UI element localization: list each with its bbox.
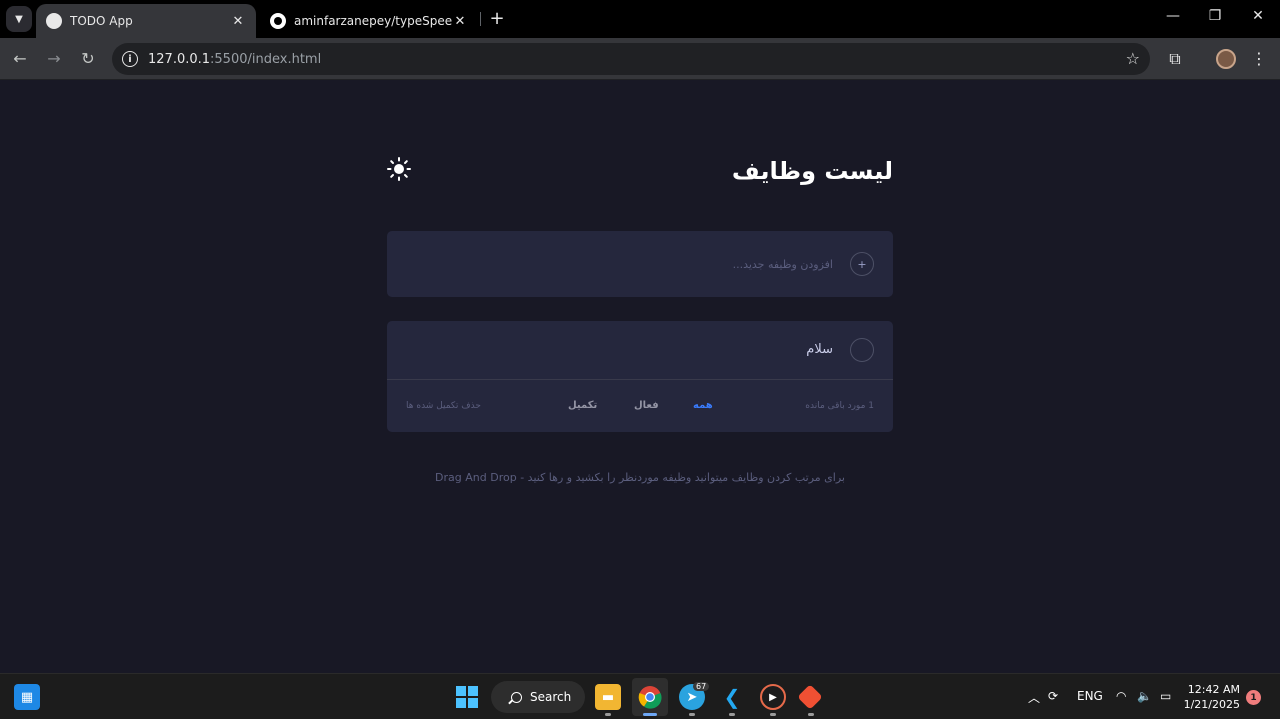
todo-list-card: سلام 1 مورد باقی مانده همه فعال تکمیل حذ… (387, 321, 893, 432)
clear-completed-button[interactable]: حذف تکمیل شده ها (406, 401, 481, 411)
bookmark-star-icon[interactable]: ☆ (1126, 49, 1140, 68)
sync-icon[interactable]: ⟳ (1048, 689, 1058, 703)
widgets-icon[interactable]: ▦ (14, 684, 40, 710)
close-tab-icon[interactable]: ✕ (452, 14, 468, 29)
chevron-up-icon[interactable]: ︿ (1028, 689, 1040, 706)
tab-title: aminfarzanepey/typeSpeedTest (294, 14, 452, 28)
minimize-icon[interactable]: — (1163, 8, 1183, 24)
wifi-icon[interactable]: ◠ (1116, 689, 1126, 703)
todo-page: لیست وظایف + سلام 1 مورد باقی مانده همه … (0, 81, 1280, 673)
browser-toolbar: ← → ↻ i 127.0.0.1:5500/index.html ☆ ⧉ ⋮ (0, 38, 1280, 80)
items-left-count: 1 مورد باقی مانده (805, 401, 874, 411)
volume-icon[interactable]: 🔈 (1137, 689, 1152, 703)
taskbar-search-button[interactable]: Search (491, 681, 585, 713)
running-indicator (770, 713, 776, 716)
todo-favicon-icon (46, 13, 62, 29)
filter-all[interactable]: همه (693, 400, 713, 411)
battery-icon[interactable]: ▭ (1160, 689, 1171, 703)
tab-title: TODO App (70, 14, 133, 28)
todo-footer: 1 مورد باقی مانده همه فعال تکمیل حذف تکم… (387, 381, 893, 432)
new-todo-card: + (387, 231, 893, 297)
tab-search-button[interactable]: ▼ (6, 6, 32, 32)
file-explorer-icon[interactable]: ▬ (595, 684, 621, 710)
media-player-icon[interactable]: ▶ (760, 684, 786, 710)
date: 1/21/2025 (1183, 698, 1240, 711)
more-menu-icon[interactable]: ⋮ (1249, 49, 1269, 69)
close-window-icon[interactable]: ✕ (1248, 8, 1268, 24)
time: 12:42 AM (1187, 683, 1240, 696)
back-icon[interactable]: ← (10, 49, 30, 69)
drag-drop-hint: برای مرتب کردن وظایف میتوانید وظیفه مورد… (435, 471, 845, 484)
tab-todo-app[interactable]: TODO App ✕ (36, 4, 256, 38)
todo-item[interactable]: سلام (387, 321, 893, 380)
profile-avatar[interactable] (1216, 49, 1236, 69)
notification-badge[interactable]: 1 (1246, 690, 1261, 705)
filter-active[interactable]: فعال (634, 400, 659, 411)
site-info-icon[interactable]: i (122, 51, 138, 67)
page-title: لیست وظایف (731, 157, 893, 185)
search-icon (511, 691, 522, 703)
close-tab-icon[interactable]: ✕ (230, 14, 246, 29)
forward-icon[interactable]: → (44, 49, 64, 69)
language-indicator[interactable]: ENG (1077, 689, 1103, 703)
restore-icon[interactable]: ❐ (1205, 8, 1225, 24)
reload-icon[interactable]: ↻ (78, 49, 98, 69)
running-indicator (729, 713, 735, 716)
running-indicator (808, 713, 814, 716)
windows-start-icon[interactable] (454, 684, 480, 710)
active-indicator (643, 713, 657, 716)
telegram-badge: 67 (693, 682, 710, 691)
todo-text: سلام (806, 342, 833, 357)
filter-completed[interactable]: تکمیل (568, 400, 597, 411)
vscode-icon[interactable]: ❮ (719, 684, 745, 710)
running-indicator (605, 713, 611, 716)
new-todo-input[interactable] (433, 253, 833, 275)
tab-github[interactable]: aminfarzanepey/typeSpeedTest ✕ (260, 4, 478, 38)
github-icon (270, 13, 286, 29)
address-bar[interactable]: i 127.0.0.1:5500/index.html ☆ (112, 43, 1150, 75)
sun-icon[interactable] (387, 157, 411, 181)
browser-tabbar: ▼ TODO App ✕ aminfarzanepey/typeSpeedTes… (0, 0, 1280, 38)
running-indicator (689, 713, 695, 716)
windows-taskbar: ▦ Search ▬ ➤ 67 ❮ ▶ ︿ ⟳ ENG ◠ 🔈 ▭ 12:42 … (0, 673, 1280, 719)
git-icon[interactable] (797, 684, 823, 710)
url-text: 127.0.0.1:5500/index.html (148, 51, 322, 67)
clock[interactable]: 12:42 AM 1/21/2025 (1180, 682, 1240, 712)
add-todo-button[interactable]: + (850, 252, 874, 276)
search-label: Search (530, 690, 572, 704)
chrome-icon[interactable] (637, 684, 663, 710)
todo-checkbox[interactable] (850, 338, 874, 362)
new-tab-button[interactable]: + (487, 9, 507, 29)
tab-divider (480, 12, 481, 26)
extensions-icon[interactable]: ⧉ (1165, 49, 1185, 69)
